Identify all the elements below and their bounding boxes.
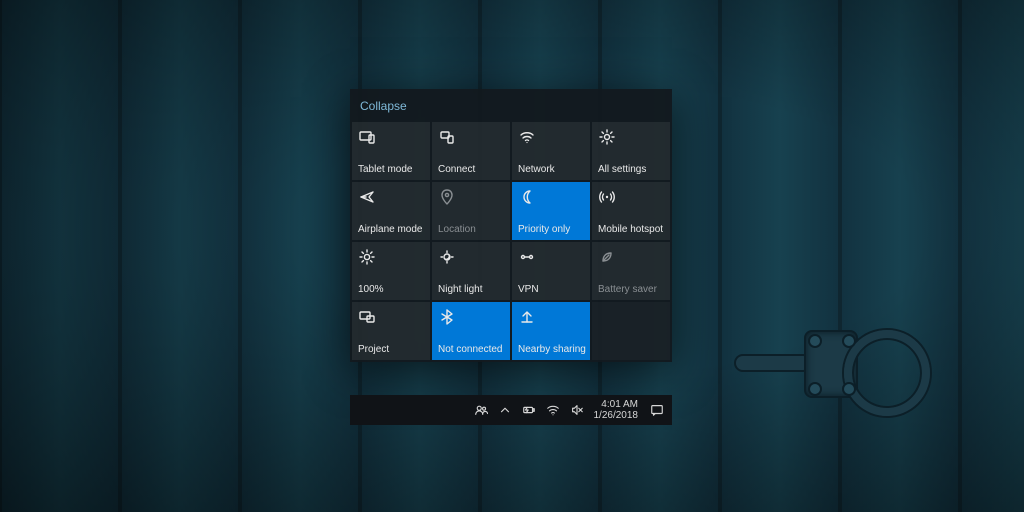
tile-network[interactable]: Network bbox=[512, 122, 590, 180]
connect-icon bbox=[439, 129, 455, 145]
clock-time: 4:01 AM bbox=[594, 399, 639, 411]
action-center-panel: Collapse Tablet mode Connect Network All se… bbox=[350, 89, 672, 362]
wallpaper-latch bbox=[736, 310, 926, 420]
leaf-icon bbox=[599, 249, 615, 265]
tile-label: All settings bbox=[598, 164, 666, 175]
clock-date: 1/26/2018 bbox=[594, 410, 639, 422]
tile-label: Network bbox=[518, 164, 586, 175]
tile-label: Night light bbox=[438, 284, 506, 295]
tile-label: Project bbox=[358, 344, 426, 355]
tablet-icon bbox=[359, 129, 375, 145]
taskbar-clock[interactable]: 4:01 AM 1/26/2018 bbox=[590, 399, 643, 422]
tile-priority-only[interactable]: Priority only bbox=[512, 182, 590, 240]
tile-night-light[interactable]: Night light bbox=[432, 242, 510, 300]
tile-mobile-hotspot[interactable]: Mobile hotspot bbox=[592, 182, 670, 240]
tile-tablet-mode[interactable]: Tablet mode bbox=[352, 122, 430, 180]
tile-location: Location bbox=[432, 182, 510, 240]
project-icon bbox=[359, 309, 375, 325]
brightness-icon bbox=[359, 249, 375, 265]
collapse-link[interactable]: Collapse bbox=[350, 89, 672, 122]
tile-label: Mobile hotspot bbox=[598, 224, 666, 235]
tile-label: Priority only bbox=[518, 224, 586, 235]
vpn-icon bbox=[519, 249, 535, 265]
night-light-icon bbox=[439, 249, 455, 265]
tile-label: Airplane mode bbox=[358, 224, 426, 235]
battery-icon[interactable] bbox=[522, 403, 536, 417]
tile-label: 100% bbox=[358, 284, 426, 295]
tile-empty bbox=[592, 302, 670, 360]
wifi-icon bbox=[519, 129, 535, 145]
bluetooth-icon bbox=[439, 309, 455, 325]
location-icon bbox=[439, 189, 455, 205]
tile-label: Connect bbox=[438, 164, 506, 175]
quick-actions-grid: Tablet mode Connect Network All settings Air… bbox=[350, 122, 672, 362]
tile-label: VPN bbox=[518, 284, 586, 295]
tile-project[interactable]: Project bbox=[352, 302, 430, 360]
tile-all-settings[interactable]: All settings bbox=[592, 122, 670, 180]
action-center-button[interactable] bbox=[642, 403, 672, 417]
airplane-icon bbox=[359, 189, 375, 205]
volume-mute-icon[interactable] bbox=[570, 403, 584, 417]
wifi-icon[interactable] bbox=[546, 403, 560, 417]
tile-label: Nearby sharing bbox=[518, 344, 586, 355]
moon-icon bbox=[519, 189, 535, 205]
hotspot-icon bbox=[599, 189, 615, 205]
tile-label: Tablet mode bbox=[358, 164, 426, 175]
tile-bluetooth[interactable]: Not connected bbox=[432, 302, 510, 360]
tile-vpn[interactable]: VPN bbox=[512, 242, 590, 300]
tile-battery-saver: Battery saver bbox=[592, 242, 670, 300]
tile-airplane-mode[interactable]: Airplane mode bbox=[352, 182, 430, 240]
taskbar: 4:01 AM 1/26/2018 bbox=[350, 395, 672, 425]
share-icon bbox=[519, 309, 535, 325]
gear-icon bbox=[599, 129, 615, 145]
tile-label: Not connected bbox=[438, 344, 506, 355]
system-tray bbox=[468, 403, 590, 417]
tile-label: Location bbox=[438, 224, 506, 235]
people-icon[interactable] bbox=[474, 403, 488, 417]
tile-brightness[interactable]: 100% bbox=[352, 242, 430, 300]
chevron-up-icon[interactable] bbox=[498, 403, 512, 417]
tile-nearby-sharing[interactable]: Nearby sharing bbox=[512, 302, 590, 360]
tile-connect[interactable]: Connect bbox=[432, 122, 510, 180]
tile-label: Battery saver bbox=[598, 284, 666, 295]
